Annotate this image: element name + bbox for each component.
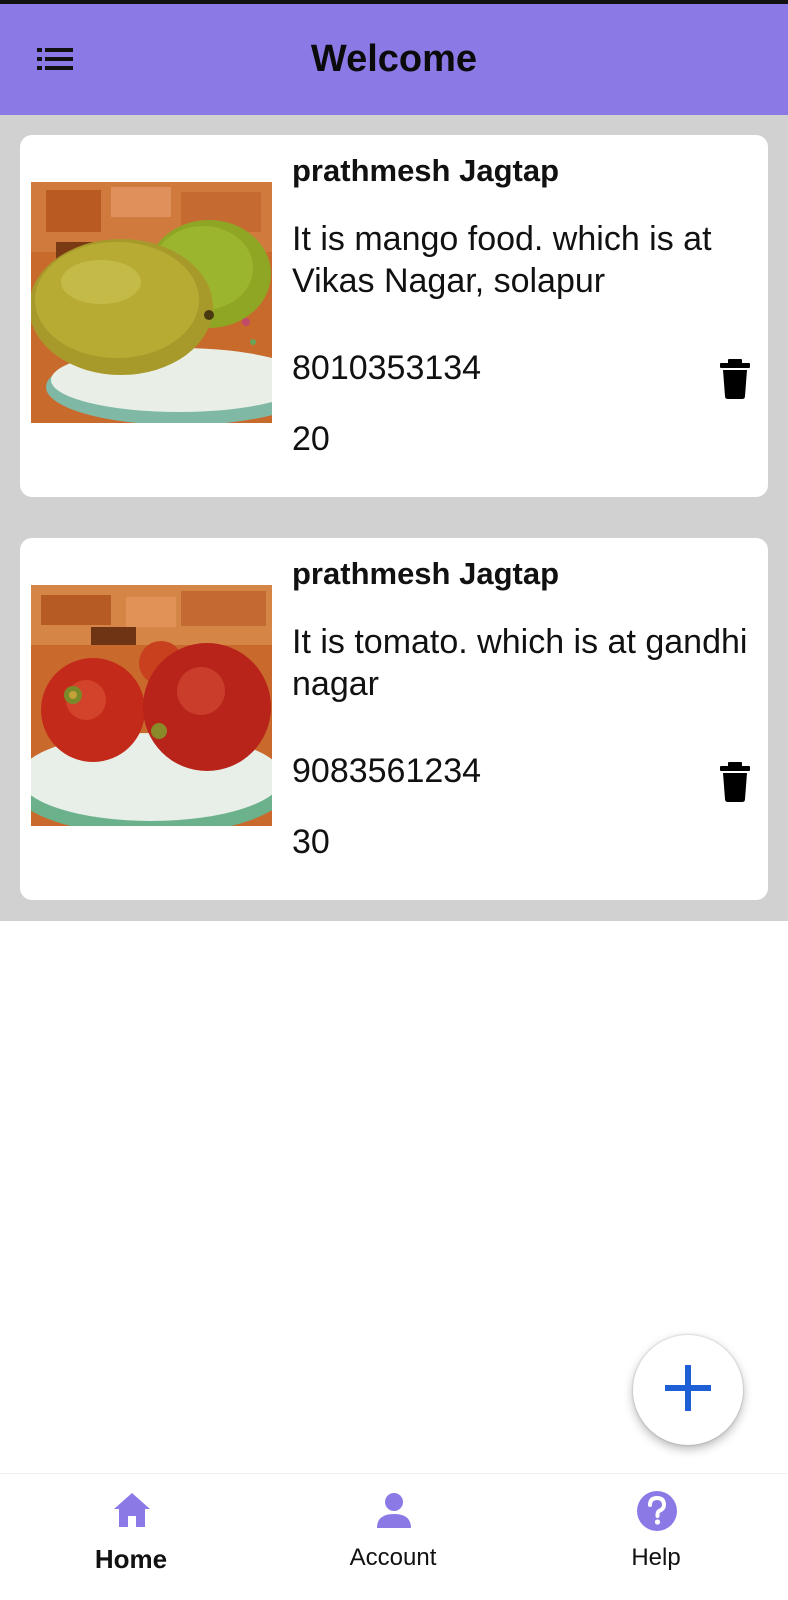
person-icon [373,1490,415,1532]
app-header: Welcome [0,4,788,115]
post-quantity: 30 [292,823,330,861]
plus-icon [663,1363,713,1418]
page-title: Welcome [310,38,478,80]
nav-item-account[interactable]: Account [293,1474,493,1600]
tomato-photo [31,585,272,826]
menu-button[interactable] [34,44,78,74]
mango-photo [31,182,272,423]
post-list: prathmesh Jagtap It is mango food. which… [0,115,788,921]
post-phone: 8010353134 [292,349,482,387]
home-icon [111,1490,153,1532]
post-owner-name: prathmesh Jagtap [292,153,560,188]
post-description: It is tomato. which is at gandhi nagar [292,623,748,703]
trash-icon [718,359,752,403]
nav-item-help[interactable]: Help [556,1474,756,1600]
delete-button[interactable] [718,359,752,399]
nav-label-help: Help [631,1544,681,1571]
nav-label-home: Home [94,1544,168,1574]
bottom-navigation: Home Account Help [0,1473,788,1600]
help-circle-icon [636,1490,678,1532]
post-description: It is mango food. which is at Vikas Naga… [292,220,712,300]
list-menu-icon [34,44,78,74]
nav-label-account: Account [349,1544,437,1571]
nav-item-home[interactable]: Home [31,1474,231,1600]
add-post-button[interactable] [633,1335,743,1445]
post-card[interactable]: prathmesh Jagtap It is mango food. which… [20,135,768,497]
delete-button[interactable] [718,762,752,802]
post-phone: 9083561234 [292,752,482,790]
post-card[interactable]: prathmesh Jagtap It is tomato. which is … [20,538,768,900]
post-quantity: 20 [292,420,330,458]
post-owner-name: prathmesh Jagtap [292,556,560,591]
trash-icon [718,762,752,806]
